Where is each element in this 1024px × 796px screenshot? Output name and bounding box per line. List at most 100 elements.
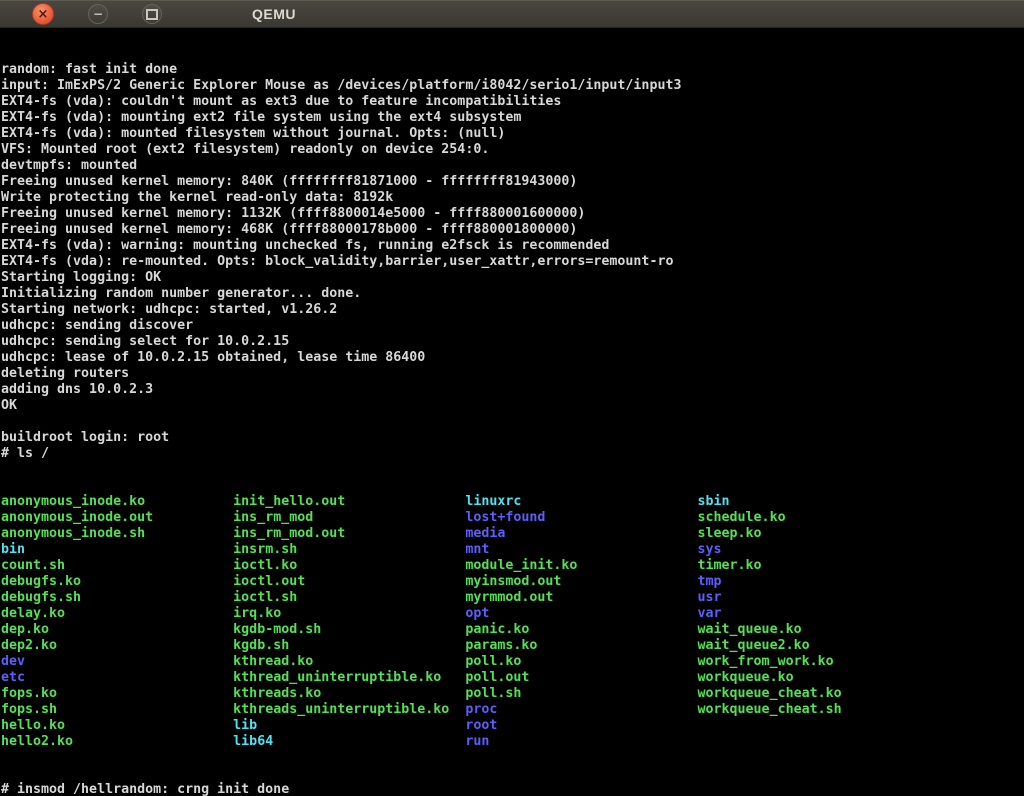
ls-entry: poll.out	[465, 670, 697, 685]
terminal-line: Starting network: udhcpc: started, v1.26…	[1, 302, 1024, 318]
ls-entry: proc	[465, 702, 697, 717]
terminal-line: Write protecting the kernel read-only da…	[1, 190, 1024, 206]
terminal-line: buildroot login: root	[1, 430, 1024, 446]
ls-entry: ioctl.ko	[233, 558, 465, 573]
ls-entry: count.sh	[1, 558, 233, 573]
ls-entry: hello.ko	[1, 718, 233, 733]
terminal-line: bin insrm.sh mnt sys	[1, 542, 1024, 558]
ls-entry: run	[465, 734, 489, 749]
ls-entry: dev	[1, 654, 233, 669]
ls-entry: panic.ko	[465, 622, 697, 637]
terminal-line: dep2.ko kgdb.sh params.ko wait_queue2.ko	[1, 638, 1024, 654]
ls-entry: wait_queue2.ko	[698, 638, 810, 653]
ls-entry: mnt	[465, 542, 697, 557]
ls-entry: kthreads.ko	[233, 686, 465, 701]
terminal-line: hello.ko lib root	[1, 718, 1024, 734]
ls-entry: kthreads_uninterruptible.ko	[233, 702, 465, 717]
terminal-line: EXT4-fs (vda): couldn't mount as ext3 du…	[1, 94, 1024, 110]
ls-entry: dep.ko	[1, 622, 233, 637]
terminal-line: Starting logging: OK	[1, 270, 1024, 286]
maximize-button[interactable]	[142, 4, 162, 24]
terminal-line: # ls /	[1, 446, 1024, 462]
terminal-line: udhcpc: sending select for 10.0.2.15	[1, 334, 1024, 350]
ls-entry: fops.ko	[1, 686, 233, 701]
ls-entry: workqueue_cheat.sh	[698, 702, 842, 717]
terminal-line: count.sh ioctl.ko module_init.ko timer.k…	[1, 558, 1024, 574]
ls-entry: poll.sh	[465, 686, 697, 701]
terminal-line: udhcpc: lease of 10.0.2.15 obtained, lea…	[1, 350, 1024, 366]
terminal-line: deleting routers	[1, 366, 1024, 382]
ls-entry: work_from_work.ko	[698, 654, 834, 669]
ls-entry: usr	[698, 590, 722, 605]
close-icon: ×	[38, 8, 49, 21]
ls-entry: lib	[233, 718, 465, 733]
ls-entry: irq.ko	[233, 606, 465, 621]
terminal-line: random: fast init done	[1, 62, 1024, 78]
ls-entry: hello2.ko	[1, 734, 233, 749]
close-button[interactable]: ×	[32, 3, 54, 25]
terminal-line: fops.ko kthreads.ko poll.sh workqueue_ch…	[1, 686, 1024, 702]
ls-entry: sleep.ko	[698, 526, 762, 541]
terminal-line: anonymous_inode.ko init_hello.out linuxr…	[1, 494, 1024, 510]
ls-entry: module_init.ko	[465, 558, 697, 573]
terminal-line: EXT4-fs (vda): mounted filesystem withou…	[1, 126, 1024, 142]
ls-entry: anonymous_inode.ko	[1, 494, 233, 509]
maximize-icon	[146, 9, 158, 20]
ls-entry: insrm.sh	[233, 542, 465, 557]
terminal-line: Freeing unused kernel memory: 840K (ffff…	[1, 174, 1024, 190]
ls-entry: dep2.ko	[1, 638, 233, 653]
terminal-line: Initializing random number generator... …	[1, 286, 1024, 302]
terminal-line: delay.ko irq.ko opt var	[1, 606, 1024, 622]
terminal-line: debugfs.ko ioctl.out myinsmod.out tmp	[1, 574, 1024, 590]
ls-entry: ioctl.out	[233, 574, 465, 589]
terminal-line: devtmpfs: mounted	[1, 158, 1024, 174]
boot-lines: random: fast init doneinput: ImExPS/2 Ge…	[1, 62, 1024, 462]
terminal-line: dep.ko kgdb-mod.sh panic.ko wait_queue.k…	[1, 622, 1024, 638]
ls-entry: params.ko	[465, 638, 697, 653]
ls-entry: debugfs.ko	[1, 574, 233, 589]
ls-entry: kgdb-mod.sh	[233, 622, 465, 637]
ls-entry: kthread_uninterruptible.ko	[233, 670, 465, 685]
ls-output: anonymous_inode.ko init_hello.out linuxr…	[1, 494, 1024, 750]
terminal-line: input: ImExPS/2 Generic Explorer Mouse a…	[1, 78, 1024, 94]
ls-entry: myinsmod.out	[465, 574, 697, 589]
ls-entry: lost+found	[465, 510, 697, 525]
ls-entry: schedule.ko	[698, 510, 786, 525]
terminal-line: Freeing unused kernel memory: 1132K (fff…	[1, 206, 1024, 222]
terminal-line: fops.sh kthreads_uninterruptible.ko proc…	[1, 702, 1024, 718]
window-title: QEMU	[252, 6, 296, 22]
terminal-line: VFS: Mounted root (ext2 filesystem) read…	[1, 142, 1024, 158]
ls-entry: debugfs.sh	[1, 590, 233, 605]
ls-entry: fops.sh	[1, 702, 233, 717]
terminal-line: EXT4-fs (vda): re-mounted. Opts: block_v…	[1, 254, 1024, 270]
terminal-line: etc kthread_uninterruptible.ko poll.out …	[1, 670, 1024, 686]
minimize-button[interactable]: −	[88, 4, 108, 24]
terminal-line	[1, 414, 1024, 430]
terminal-line: anonymous_inode.out ins_rm_mod lost+foun…	[1, 510, 1024, 526]
terminal-line: anonymous_inode.sh ins_rm_mod.out media …	[1, 526, 1024, 542]
ls-entry: poll.ko	[465, 654, 697, 669]
ls-entry: ioctl.sh	[233, 590, 465, 605]
terminal-line: Freeing unused kernel memory: 468K (ffff…	[1, 222, 1024, 238]
ls-entry: sys	[698, 542, 722, 557]
output-lines: # insmod /hellrandom: crng init done# in…	[1, 782, 1024, 796]
ls-entry: wait_queue.ko	[698, 622, 802, 637]
ls-entry: workqueue.ko	[698, 670, 794, 685]
ls-entry: init_hello.out	[233, 494, 465, 509]
ls-entry: bin	[1, 542, 233, 557]
ls-entry: anonymous_inode.sh	[1, 526, 233, 541]
titlebar[interactable]: × − QEMU	[0, 0, 1024, 28]
terminal-screen[interactable]: random: fast init doneinput: ImExPS/2 Ge…	[0, 28, 1024, 796]
ls-entry: anonymous_inode.out	[1, 510, 233, 525]
minimize-icon: −	[93, 8, 103, 20]
ls-entry: timer.ko	[698, 558, 762, 573]
terminal-line: EXT4-fs (vda): warning: mounting uncheck…	[1, 238, 1024, 254]
ls-entry: tmp	[698, 574, 722, 589]
ls-entry: root	[465, 718, 497, 733]
ls-entry: delay.ko	[1, 606, 233, 621]
terminal-line: udhcpc: sending discover	[1, 318, 1024, 334]
ls-entry: kthread.ko	[233, 654, 465, 669]
terminal-line: OK	[1, 398, 1024, 414]
ls-entry: myrmmod.out	[465, 590, 697, 605]
ls-entry: kgdb.sh	[233, 638, 465, 653]
